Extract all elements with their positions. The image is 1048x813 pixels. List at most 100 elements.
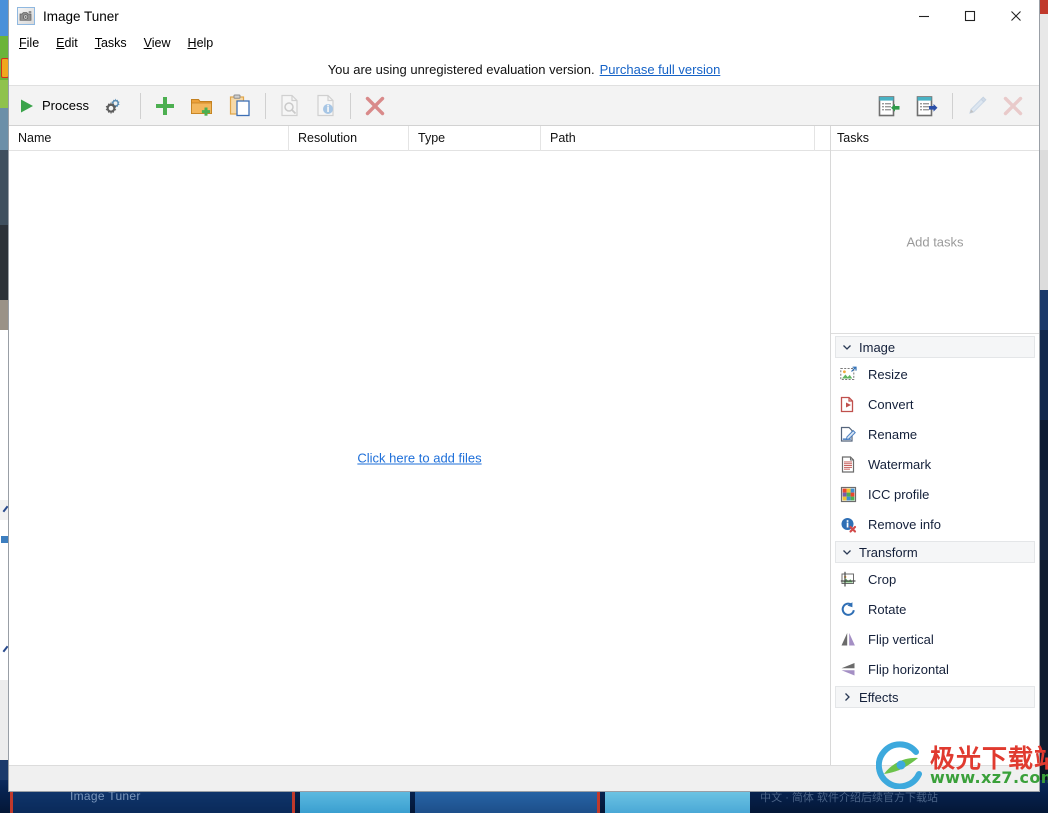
folder-add-icon xyxy=(190,95,214,117)
menu-file-rest: ile xyxy=(26,36,40,50)
flip-horizontal-icon xyxy=(840,661,857,678)
task-label-convert: Convert xyxy=(868,396,914,412)
task-toolbar xyxy=(870,86,1031,126)
add-files-button[interactable] xyxy=(147,89,183,123)
task-label-watermark: Watermark xyxy=(868,456,932,472)
settings-button[interactable] xyxy=(96,89,134,123)
file-list-body[interactable]: Click here to add files xyxy=(9,151,830,765)
watermark-icon xyxy=(840,455,857,473)
image-tuner-window: Image Tuner File Edit Tasks View Help Yo… xyxy=(8,0,1040,792)
menu-edit[interactable]: Edit xyxy=(56,34,87,52)
menu-tasks[interactable]: Tasks xyxy=(95,34,136,52)
column-header-filler xyxy=(815,126,830,151)
group-label-effects: Effects xyxy=(859,689,899,705)
task-rename[interactable]: Rename xyxy=(831,419,1039,449)
maximize-button[interactable] xyxy=(947,0,993,32)
list-import-icon xyxy=(877,95,901,118)
page-info-icon xyxy=(315,94,337,117)
menu-view[interactable]: View xyxy=(144,34,180,52)
close-button[interactable] xyxy=(993,0,1039,32)
task-label-flip-vertical: Flip vertical xyxy=(868,631,934,647)
menu-help-rest: elp xyxy=(196,36,214,50)
group-label-image: Image xyxy=(859,339,896,355)
pencil-icon xyxy=(966,95,988,117)
task-label-remove-info: Remove info xyxy=(868,516,941,532)
minimize-button[interactable] xyxy=(901,0,947,32)
add-folder-button[interactable] xyxy=(183,89,221,123)
task-resize[interactable]: Resize xyxy=(831,359,1039,389)
preview-button[interactable] xyxy=(272,89,308,123)
group-label-transform: Transform xyxy=(859,544,918,560)
file-list-header: Name Resolution Type Path xyxy=(9,125,830,151)
gears-icon xyxy=(103,95,127,117)
menu-help[interactable]: Help xyxy=(188,34,223,52)
menu-tasks-rest: asks xyxy=(100,36,127,50)
task-label-crop: Crop xyxy=(868,571,897,587)
status-bar xyxy=(9,765,1039,791)
plus-icon xyxy=(154,95,176,117)
task-catalog: Image Resize Convert Rename Watermark IC… xyxy=(831,334,1039,765)
task-label-icc-profile: ICC profile xyxy=(868,486,930,502)
purchase-full-version-link[interactable]: Purchase full version xyxy=(600,62,721,77)
window-body: Name Resolution Type Path Click here to … xyxy=(9,125,1039,765)
red-x-icon xyxy=(1002,95,1024,117)
chevron-right-icon xyxy=(842,690,852,705)
menu-file[interactable]: File xyxy=(19,34,48,52)
menu-bar: File Edit Tasks View Help xyxy=(9,32,1039,54)
click-here-to-add-files-link[interactable]: Click here to add files xyxy=(9,451,830,466)
list-export-icon xyxy=(915,95,939,118)
convert-icon xyxy=(840,396,857,413)
task-crop[interactable]: Crop xyxy=(831,564,1039,594)
resize-icon xyxy=(840,366,857,383)
rename-icon xyxy=(840,426,857,443)
menu-view-rest: iew xyxy=(151,36,171,50)
play-icon xyxy=(16,96,36,116)
column-header-name[interactable]: Name xyxy=(9,125,289,151)
group-header-effects[interactable]: Effects xyxy=(835,686,1035,708)
group-header-transform[interactable]: Transform xyxy=(835,541,1035,563)
flip-vertical-icon xyxy=(840,631,857,648)
title-bar: Image Tuner xyxy=(9,0,1039,32)
rotate-icon xyxy=(840,601,857,618)
task-flip-vertical[interactable]: Flip vertical xyxy=(831,624,1039,654)
clipboard-icon xyxy=(228,94,252,117)
group-header-image[interactable]: Image xyxy=(835,336,1035,358)
window-title: Image Tuner xyxy=(43,8,119,24)
task-convert[interactable]: Convert xyxy=(831,389,1039,419)
tasks-empty-placeholder: Add tasks xyxy=(906,234,964,250)
task-label-rename: Rename xyxy=(868,426,918,442)
task-label-flip-horizontal: Flip horizontal xyxy=(868,661,949,677)
chevron-down-icon xyxy=(842,340,852,355)
process-button[interactable]: Process xyxy=(9,89,96,123)
toolbar-separator-2 xyxy=(264,92,266,119)
import-list-button[interactable] xyxy=(870,89,908,123)
tasks-list[interactable]: Add tasks xyxy=(831,151,1039,334)
tasks-pane: Tasks Add tasks Image Resize Convert Ren… xyxy=(831,126,1039,765)
task-label-rotate: Rotate xyxy=(868,601,907,617)
task-icc-profile[interactable]: ICC profile xyxy=(831,479,1039,509)
edit-task-button[interactable] xyxy=(959,89,995,123)
paste-button[interactable] xyxy=(221,89,259,123)
evaluation-banner: You are using unregistered evaluation ve… xyxy=(9,54,1039,86)
icc-profile-icon xyxy=(840,486,857,503)
column-header-path[interactable]: Path xyxy=(541,125,815,151)
toolbar-separator-4 xyxy=(952,93,953,119)
camera-icon xyxy=(17,7,35,25)
task-remove-info[interactable]: Remove info xyxy=(831,509,1039,539)
task-label-resize: Resize xyxy=(868,366,908,382)
column-header-type[interactable]: Type xyxy=(409,125,541,151)
delete-task-button[interactable] xyxy=(995,89,1031,123)
file-info-button[interactable] xyxy=(308,89,344,123)
remove-info-icon xyxy=(840,516,857,533)
process-button-label: Process xyxy=(42,98,89,113)
task-rotate[interactable]: Rotate xyxy=(831,594,1039,624)
task-flip-horizontal[interactable]: Flip horizontal xyxy=(831,654,1039,684)
task-watermark[interactable]: Watermark xyxy=(831,449,1039,479)
export-list-button[interactable] xyxy=(908,89,946,123)
page-search-icon xyxy=(279,94,301,117)
toolbar-separator-1 xyxy=(139,92,141,119)
toolbar-separator-3 xyxy=(349,92,351,119)
column-header-resolution[interactable]: Resolution xyxy=(289,125,409,151)
tasks-panel-header: Tasks xyxy=(831,126,1039,151)
remove-files-button[interactable] xyxy=(357,89,393,123)
